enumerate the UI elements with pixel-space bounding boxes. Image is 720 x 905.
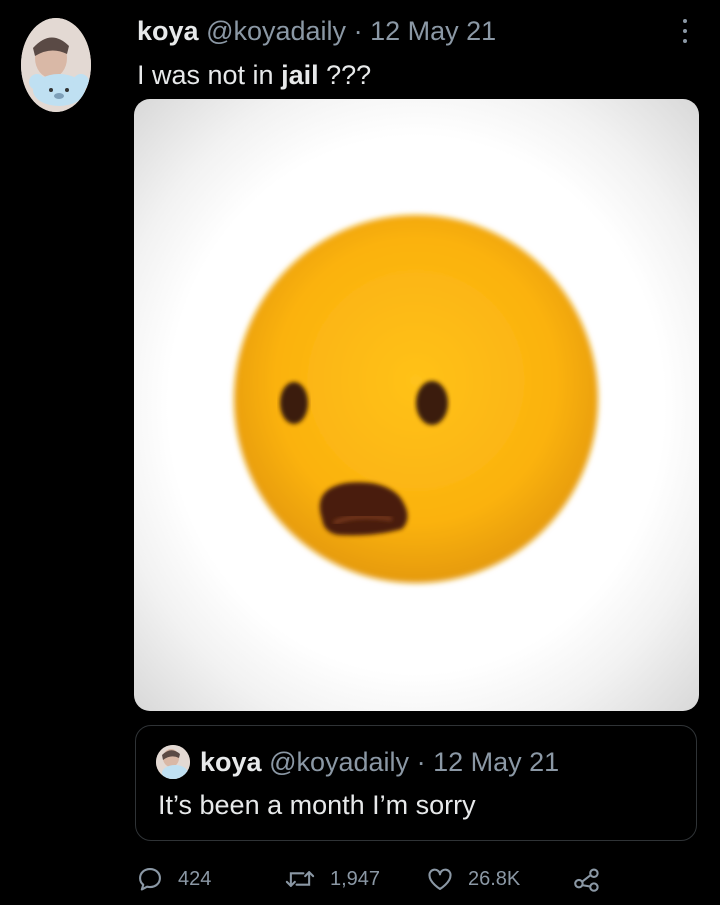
tweet-date[interactable]: 12 May 21 (370, 16, 496, 46)
more-options-icon[interactable] (676, 16, 694, 46)
share-button[interactable] (572, 862, 602, 896)
tweet-text-bold: jail (281, 60, 319, 90)
tweet-text: I was not in jail ??? (137, 58, 371, 92)
quoted-author-handle: @koyadaily (269, 747, 410, 777)
quoted-header-separator: · (416, 747, 426, 777)
like-count: 26.8K (468, 867, 521, 890)
tweet-header: koya @koyadaily · 12 May 21 (137, 14, 496, 48)
retweet-count: 1,947 (330, 867, 381, 890)
reply-button[interactable]: 424 (136, 862, 211, 896)
tweet-media-image[interactable] (134, 99, 699, 711)
quoted-author-avatar (156, 745, 190, 779)
reply-icon (139, 868, 161, 891)
quoted-tweet-date: 12 May 21 (433, 747, 560, 777)
tweet-actions: 424 1,947 26.8K (136, 862, 616, 896)
quoted-tweet-card[interactable]: koya @koyadaily · 12 May 21 It’s been a … (135, 725, 697, 841)
header-separator: · (353, 16, 363, 46)
tweet-text-after: ??? (318, 60, 372, 90)
author-name[interactable]: koya (137, 16, 199, 46)
reply-count: 424 (178, 867, 212, 890)
quoted-author-name: koya (200, 747, 262, 777)
tweet-text-before: I was not in (137, 60, 282, 90)
quoted-tweet-text: It’s been a month I’m sorry (158, 790, 476, 820)
author-handle[interactable]: @koyadaily (206, 16, 346, 46)
share-icon (574, 868, 599, 892)
quoted-tweet-header: koya @koyadaily · 12 May 21 (200, 745, 559, 779)
retweet-icon (285, 871, 315, 887)
retweet-button[interactable]: 1,947 (284, 862, 380, 896)
like-button[interactable]: 26.8K (426, 862, 520, 896)
author-avatar[interactable] (21, 18, 91, 112)
surprised-face-emoji-icon (234, 215, 598, 583)
heart-icon (428, 868, 452, 890)
